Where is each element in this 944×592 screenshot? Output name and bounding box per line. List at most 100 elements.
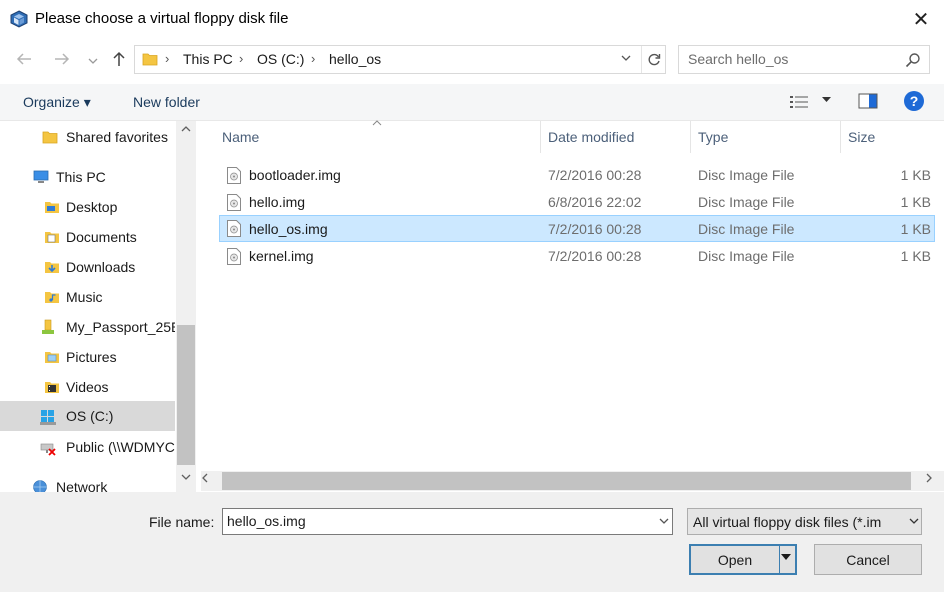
- file-type-filter-select[interactable]: All virtual floppy disk files (*.im: [687, 508, 922, 535]
- arrow-up-icon: [113, 51, 125, 66]
- nav-item-label: Downloads: [66, 259, 136, 275]
- nav-scroll-down-button[interactable]: [176, 472, 196, 483]
- scroll-right-button[interactable]: [926, 473, 932, 486]
- open-split-button[interactable]: Open: [689, 544, 797, 575]
- address-dropdown[interactable]: [621, 52, 631, 64]
- file-date: 7/2/2016 00:28: [548, 167, 642, 183]
- help-button[interactable]: ?: [904, 91, 924, 111]
- command-bar: Organize ▾ New folder ?: [0, 84, 944, 121]
- usb-drive-icon: [42, 319, 54, 334]
- search-box[interactable]: [678, 45, 930, 74]
- nav-item-my-passport[interactable]: My_Passport_25E: [0, 312, 175, 342]
- file-row[interactable]: kernel.img 7/2/2016 00:28 Disc Image Fil…: [219, 243, 935, 270]
- nav-item-label: Videos: [66, 379, 109, 395]
- address-bar[interactable]: › This PC › OS (C:) › hello_os: [134, 45, 666, 74]
- up-button[interactable]: [106, 46, 132, 72]
- file-size: 1 KB: [900, 248, 931, 264]
- file-type: Disc Image File: [698, 248, 795, 264]
- nav-item-this-pc[interactable]: This PC: [0, 162, 175, 192]
- disc-image-file-icon: [227, 248, 241, 265]
- column-header-type[interactable]: Type: [698, 129, 728, 145]
- file-row[interactable]: hello.img 6/8/2016 22:02 Disc Image File…: [219, 189, 935, 216]
- split-divider: [779, 546, 780, 573]
- nav-item-videos[interactable]: Videos: [0, 372, 175, 402]
- view-options-dropdown[interactable]: [822, 95, 831, 106]
- close-icon: ✕: [912, 8, 930, 31]
- chevron-right-icon: [926, 473, 932, 483]
- window-title: Please choose a virtual floppy disk file: [35, 10, 289, 27]
- pictures-folder-icon: [45, 352, 59, 363]
- breadcrumb-hello-os[interactable]: hello_os: [329, 51, 381, 67]
- file-name: bootloader.img: [249, 167, 341, 183]
- column-header-date-modified[interactable]: Date modified: [548, 129, 634, 145]
- column-divider[interactable]: [540, 121, 541, 153]
- open-options-dropdown[interactable]: [781, 552, 791, 564]
- nav-item-desktop[interactable]: Desktop: [0, 192, 175, 222]
- file-list-hscrollbar-thumb[interactable]: [222, 472, 911, 490]
- nav-item-public-network-drive[interactable]: Public (\\WDMYC: [0, 432, 175, 462]
- nav-item-shared-favorites[interactable]: Shared favorites: [0, 122, 175, 152]
- network-icon: [33, 480, 47, 492]
- chevron-down-icon: [659, 518, 669, 524]
- caret-down-icon: [781, 554, 791, 560]
- music-folder-icon: [45, 292, 59, 303]
- nav-item-label: My_Passport_25E: [66, 319, 175, 335]
- recent-locations-button[interactable]: [85, 48, 101, 74]
- cancel-label: Cancel: [846, 551, 890, 568]
- nav-item-pictures[interactable]: Pictures: [0, 342, 175, 372]
- file-row-selected[interactable]: hello_os.img 7/2/2016 00:28 Disc Image F…: [219, 215, 935, 242]
- file-row[interactable]: bootloader.img 7/2/2016 00:28 Disc Image…: [219, 162, 935, 189]
- breadcrumb-separator: ›: [239, 51, 244, 66]
- chevron-down-icon: [621, 55, 631, 61]
- disconnected-network-drive-icon: [40, 443, 56, 456]
- disc-image-file-icon: [227, 220, 241, 237]
- column-header-name[interactable]: Name: [222, 129, 259, 145]
- nav-item-network[interactable]: Network: [0, 472, 175, 492]
- breadcrumb-os-c[interactable]: OS (C:): [257, 51, 304, 67]
- search-input[interactable]: [688, 51, 898, 67]
- open-button[interactable]: Open: [691, 552, 779, 568]
- column-divider[interactable]: [840, 121, 841, 153]
- nav-scroll-up-button[interactable]: [176, 124, 196, 135]
- close-button[interactable]: ✕: [898, 4, 944, 34]
- cancel-button[interactable]: Cancel: [814, 544, 922, 575]
- refresh-button[interactable]: [641, 46, 665, 73]
- nav-item-label: Music: [66, 289, 103, 305]
- folder-icon: [42, 131, 58, 144]
- file-date: 6/8/2016 22:02: [548, 194, 642, 210]
- nav-item-os-c[interactable]: OS (C:): [0, 401, 175, 431]
- nav-item-label: Network: [56, 479, 108, 492]
- forward-button[interactable]: [49, 46, 75, 72]
- chevron-up-icon: [181, 126, 191, 132]
- file-name-dropdown[interactable]: [659, 515, 669, 527]
- chevron-left-icon: [202, 473, 208, 483]
- preview-pane-icon[interactable]: [858, 93, 878, 109]
- view-details-icon[interactable]: [790, 95, 810, 109]
- search-icon[interactable]: [905, 52, 921, 68]
- file-type-filter-value: All virtual floppy disk files (*.im: [693, 514, 882, 530]
- scroll-left-button[interactable]: [202, 473, 208, 486]
- virtualbox-icon: [10, 10, 28, 28]
- organize-button[interactable]: Organize ▾: [23, 94, 91, 111]
- sort-ascending-icon: [372, 118, 382, 129]
- nav-item-music[interactable]: Music: [0, 282, 175, 312]
- nav-item-documents[interactable]: Documents: [0, 222, 175, 252]
- nav-item-downloads[interactable]: Downloads: [0, 252, 175, 282]
- file-name-combobox[interactable]: [222, 508, 673, 535]
- column-divider[interactable]: [690, 121, 691, 153]
- file-date: 7/2/2016 00:28: [548, 221, 642, 237]
- column-header-size[interactable]: Size: [848, 129, 875, 145]
- title-bar: Please choose a virtual floppy disk file…: [0, 0, 944, 38]
- nav-item-label: Documents: [66, 229, 137, 245]
- computer-icon: [33, 170, 49, 183]
- filter-dropdown[interactable]: [906, 515, 921, 527]
- back-button[interactable]: [11, 46, 37, 72]
- navigation-pane: Shared favorites This PC Desktop Documen…: [0, 121, 196, 492]
- nav-item-label: Pictures: [66, 349, 117, 365]
- nav-scrollbar-thumb[interactable]: [177, 325, 195, 465]
- help-icon: ?: [909, 93, 919, 109]
- file-name-input[interactable]: [227, 513, 647, 529]
- breadcrumb-this-pc[interactable]: This PC: [183, 51, 233, 67]
- disc-image-file-icon: [227, 194, 241, 211]
- new-folder-button[interactable]: New folder: [133, 94, 200, 110]
